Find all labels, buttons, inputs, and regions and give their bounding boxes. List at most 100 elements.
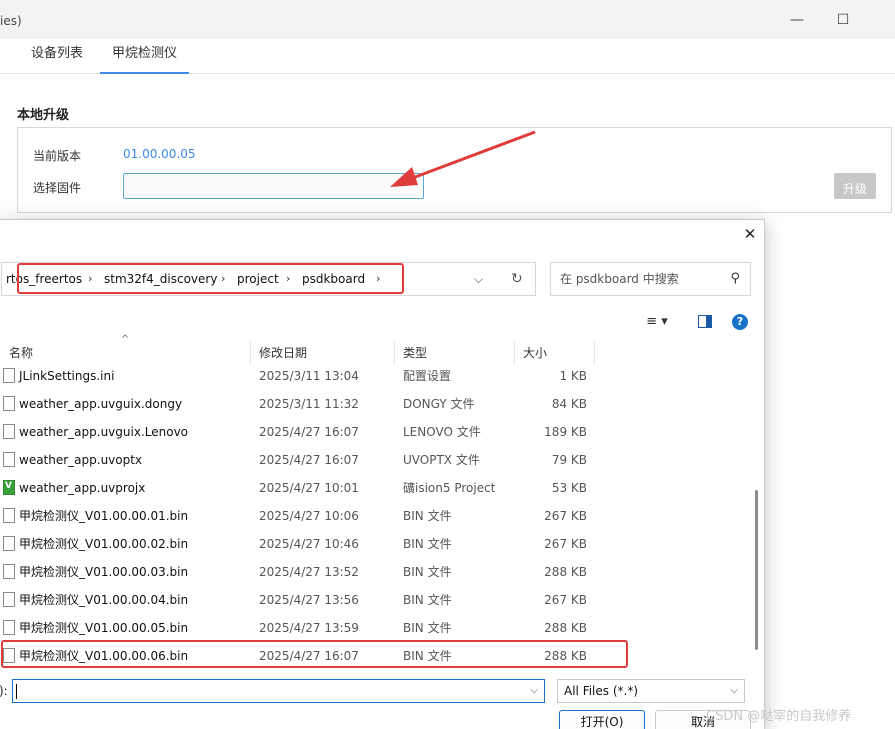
file-type: BIN 文件 [403, 593, 452, 607]
file-name: 甲烷检测仪_V01.00.00.02.bin [19, 537, 189, 551]
file-date: 2025/4/27 13:59 [259, 621, 359, 635]
file-type: 配置设置 [403, 369, 452, 383]
chevron-down-icon[interactable]: ⌵ [474, 263, 483, 295]
file-size: 288 KB [544, 649, 587, 663]
file-open-dialog: ✕ rtos_freertos › stm32f4_discovery › pr… [0, 219, 765, 729]
minimize-button[interactable]: — [787, 10, 807, 30]
chevron-down-icon[interactable]: ⌵ [730, 680, 738, 702]
firmware-path-input[interactable] [123, 173, 424, 199]
file-date: 2025/3/11 11:32 [259, 397, 359, 411]
file-row[interactable]: weather_app.uvguix.dongy 2025/3/11 11:32 D… [1, 390, 751, 418]
filename-input[interactable]: ⌵ [12, 679, 545, 703]
file-name: 甲烷检测仪_V01.00.00.05.bin [19, 621, 189, 635]
file-size: 267 KB [544, 537, 587, 551]
text-caret [16, 684, 17, 699]
window-title: ies) [0, 14, 22, 28]
view-menu-icon[interactable]: ≡ ▾ [642, 312, 672, 332]
maximize-button[interactable]: ☐ [833, 10, 853, 30]
file-date: 2025/4/27 10:01 [259, 481, 359, 495]
file-name: 甲烷检测仪_V01.00.00.04.bin [19, 593, 189, 607]
chevron-down-icon[interactable]: ⌵ [530, 680, 538, 702]
keil-project-icon [3, 480, 15, 495]
breadcrumb-separator[interactable]: › [88, 263, 92, 295]
filename-label: ): [0, 684, 8, 698]
select-firmware-label: 选择固件 [33, 181, 82, 195]
file-row[interactable]: 甲烷检测仪_V01.00.00.05.bin 2025/4/27 13:59 BIN… [1, 614, 751, 642]
section-title: 本地升级 [17, 108, 70, 123]
breadcrumb-separator[interactable]: › [376, 263, 380, 295]
file-row[interactable]: 甲烷检测仪_V01.00.00.03.bin 2025/4/27 13:52 BIN… [1, 558, 751, 586]
file-name: weather_app.uvguix.dongy [19, 397, 183, 411]
address-bar[interactable]: rtos_freertos › stm32f4_discovery › proj… [1, 262, 536, 296]
file-icon [3, 452, 15, 467]
file-icon [3, 368, 15, 383]
file-date: 2025/4/27 10:06 [259, 509, 359, 523]
search-input[interactable]: 在 psdkboard 中搜索 [560, 263, 679, 295]
breadcrumb-rtos-freertos[interactable]: rtos_freertos [6, 263, 82, 295]
file-type-value: All Files (*.*) [564, 684, 639, 698]
file-date: 2025/4/27 13:56 [259, 593, 359, 607]
file-type: BIN 文件 [403, 649, 452, 663]
breadcrumb-psdkboard[interactable]: psdkboard [302, 263, 365, 295]
tab-methane-detector[interactable]: 甲烷检测仪 [100, 38, 190, 74]
file-name: 甲烷检测仪_V01.00.00.03.bin [19, 565, 189, 579]
file-row[interactable]: 甲烷检测仪_V01.00.00.01.bin 2025/4/27 10:06 BIN… [1, 502, 751, 530]
breadcrumb-project[interactable]: project [237, 263, 279, 295]
file-size: 1 KB [559, 369, 587, 383]
file-type-select[interactable]: All Files (*.*) ⌵ [557, 679, 745, 703]
file-size: 267 KB [544, 593, 587, 607]
tab-device-list[interactable]: 设备列表 [19, 38, 95, 74]
file-type: DONGY 文件 [403, 397, 475, 411]
file-icon [3, 648, 15, 663]
dialog-header: ✕ [0, 220, 764, 250]
upgrade-button[interactable]: 升级 [834, 173, 876, 199]
breadcrumb-stm32f4-discovery[interactable]: stm32f4_discovery [104, 263, 217, 295]
file-icon [3, 620, 15, 635]
file-date: 2025/4/27 16:07 [259, 453, 359, 467]
file-size: 288 KB [544, 621, 587, 635]
scrollbar-thumb[interactable] [755, 490, 758, 650]
file-icon [3, 564, 15, 579]
file-type: BIN 文件 [403, 537, 452, 551]
file-type: LENOVO 文件 [403, 425, 481, 439]
file-row[interactable]: 甲烷检测仪_V01.00.00.04.bin 2025/4/27 13:56 BIN… [1, 586, 751, 614]
file-size: 84 KB [551, 397, 587, 411]
breadcrumb-separator[interactable]: › [286, 263, 290, 295]
file-type: BIN 文件 [403, 621, 452, 635]
help-icon[interactable]: ? [732, 314, 748, 330]
search-box[interactable]: 在 psdkboard 中搜索 ⚲ [550, 262, 751, 296]
file-size: 267 KB [544, 509, 587, 523]
file-type: UVOPTX 文件 [403, 453, 480, 467]
dialog-close-button[interactable]: ✕ [740, 224, 760, 244]
file-row[interactable]: weather_app.uvoptx 2025/4/27 16:07 UVOPTX … [1, 446, 751, 474]
file-type: BIN 文件 [403, 565, 452, 579]
file-row[interactable]: 甲烷检测仪_V01.00.00.02.bin 2025/4/27 10:46 BIN… [1, 530, 751, 558]
file-name: weather_app.uvoptx [19, 453, 143, 467]
file-row[interactable]: 甲烷检测仪_V01.00.00.06.bin 2025/4/27 16:07 BIN… [1, 642, 751, 670]
vertical-scrollbar[interactable] [753, 360, 761, 660]
file-name: 甲烷检测仪_V01.00.00.06.bin [19, 649, 189, 663]
tab-bar: 设备列表 甲烷检测仪 [0, 38, 895, 74]
breadcrumb-separator[interactable]: › [221, 263, 225, 295]
file-icon [3, 508, 15, 523]
watermark: CSDN @哒宰的自我修养 [706, 709, 852, 724]
file-row[interactable]: weather_app.uvprojx 2025/4/27 10:01 礦ision… [1, 474, 751, 502]
file-size: 288 KB [544, 565, 587, 579]
file-row[interactable]: weather_app.uvguix.Lenovo 2025/4/27 16:07… [1, 418, 751, 446]
open-button[interactable]: 打开(O) [559, 710, 645, 729]
current-version-value: 01.00.00.05 [123, 147, 196, 161]
file-date: 2025/3/11 13:04 [259, 369, 359, 383]
search-icon[interactable]: ⚲ [730, 263, 740, 295]
file-icon [3, 536, 15, 551]
refresh-icon[interactable]: ↻ [511, 263, 523, 295]
file-row[interactable]: JLinkSettings.ini 2025/3/11 13:04 配置设置 1 KB [1, 362, 751, 390]
file-name: JLinkSettings.ini [19, 369, 115, 383]
current-version-label: 当前版本 [33, 149, 82, 163]
file-icon [3, 424, 15, 439]
file-type: BIN 文件 [403, 509, 452, 523]
file-type: 礦ision5 Project [403, 481, 496, 495]
file-name: weather_app.uvguix.Lenovo [19, 425, 189, 439]
file-icon [3, 396, 15, 411]
file-date: 2025/4/27 13:52 [259, 565, 359, 579]
preview-pane-icon[interactable] [698, 315, 712, 328]
